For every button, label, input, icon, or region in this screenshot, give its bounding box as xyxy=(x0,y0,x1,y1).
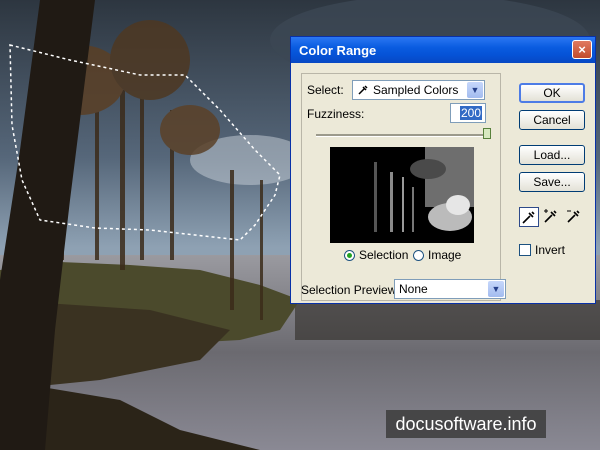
invert-label: Invert xyxy=(535,243,566,257)
select-value: Sampled Colors xyxy=(373,83,459,97)
select-label: Select: xyxy=(307,83,344,97)
eyedropper-tool-button[interactable] xyxy=(519,207,539,227)
cancel-button[interactable]: Cancel xyxy=(519,110,585,130)
ok-button[interactable]: OK xyxy=(519,83,585,103)
select-dropdown[interactable]: Sampled Colors ▼ xyxy=(352,80,485,100)
options-group: Select: Sampled Colors ▼ Fuzziness: 200 xyxy=(301,73,501,301)
load-button[interactable]: Load... xyxy=(519,145,585,165)
selection-preview-value: None xyxy=(399,282,428,296)
fuzziness-input[interactable]: 200 xyxy=(450,103,486,123)
selection-radio[interactable] xyxy=(344,250,355,261)
title-bar[interactable]: Color Range × xyxy=(291,37,595,63)
eyedropper-icon xyxy=(358,85,368,95)
fuzziness-value: 200 xyxy=(459,106,482,120)
fuzziness-slider-track[interactable] xyxy=(316,134,488,137)
eyedropper-plus-icon xyxy=(544,209,557,223)
fuzziness-slider-thumb[interactable] xyxy=(483,128,491,139)
selection-preview-dropdown[interactable]: None ▼ xyxy=(394,279,506,299)
chevron-down-icon: ▼ xyxy=(467,82,483,98)
watermark: docusoftware.info xyxy=(386,410,546,438)
dialog-title: Color Range xyxy=(299,43,377,58)
close-button[interactable]: × xyxy=(572,40,592,59)
add-to-sample-button[interactable] xyxy=(542,207,562,227)
eyedropper-minus-icon xyxy=(567,210,580,223)
image-radio[interactable] xyxy=(413,250,424,261)
eyedropper-icon xyxy=(522,211,535,224)
color-range-dialog: Color Range × Select: Sampled Colors ▼ F… xyxy=(290,36,596,304)
selection-preview-label: Selection Preview: xyxy=(301,283,400,297)
subtract-from-sample-button[interactable] xyxy=(565,207,585,227)
selection-preview-image xyxy=(330,147,474,243)
fuzziness-label: Fuzziness: xyxy=(307,107,365,121)
close-icon: × xyxy=(578,42,586,57)
image-radio-label: Image xyxy=(428,248,462,262)
selection-radio-label: Selection xyxy=(359,248,409,262)
chevron-down-icon: ▼ xyxy=(488,281,504,297)
save-button[interactable]: Save... xyxy=(519,172,585,192)
invert-checkbox[interactable] xyxy=(519,244,531,256)
